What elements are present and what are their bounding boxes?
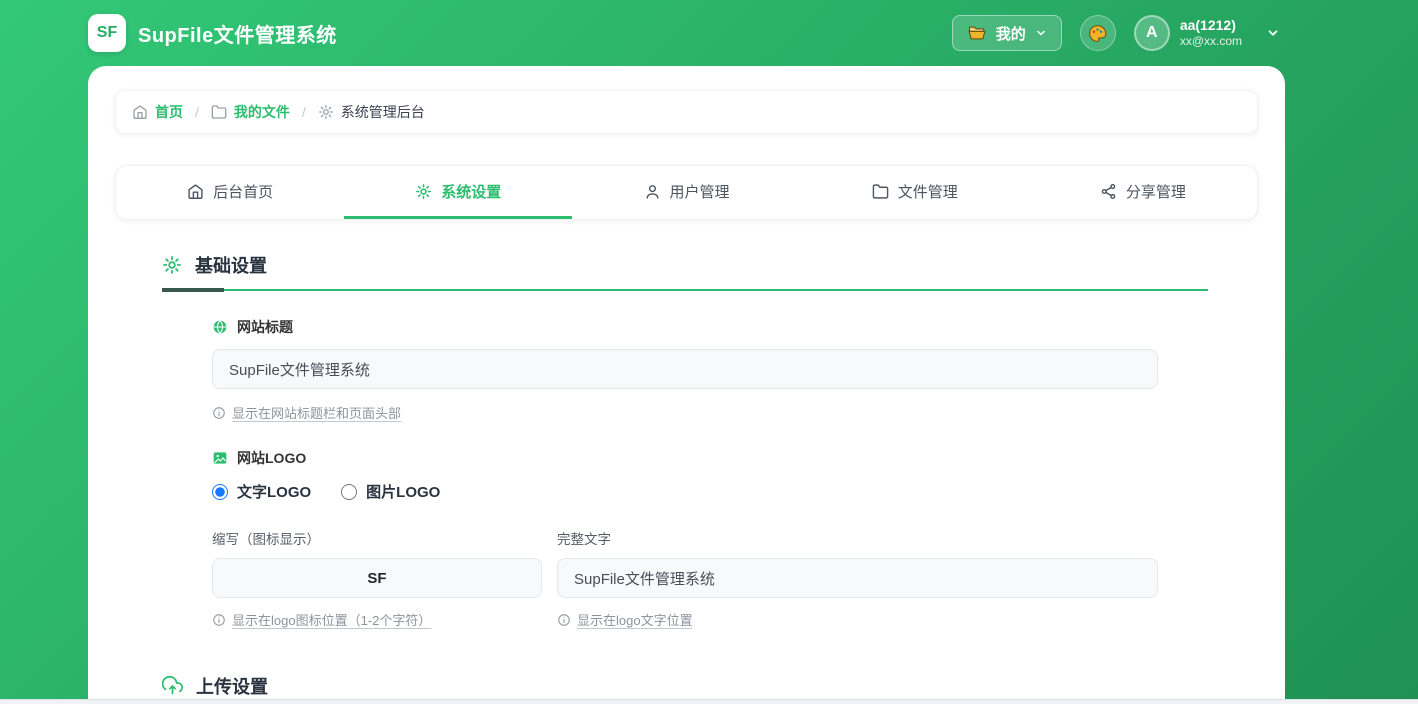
cloud-upload-icon — [162, 676, 183, 697]
tab-label: 分享管理 — [1126, 181, 1186, 202]
globe-icon — [212, 319, 228, 335]
gear-icon — [318, 104, 334, 120]
logo-fulltext-help: 显示在logo文字位置 — [557, 610, 1158, 629]
home-icon — [187, 183, 204, 200]
breadcrumb: 首页 / 我的文件 / 系统管理后台 — [115, 90, 1258, 134]
user-name: aa(1212) — [1180, 17, 1242, 35]
text-logo-radio[interactable]: 文字LOGO — [212, 481, 311, 502]
app-header: SF SupFile文件管理系统 我的 A aa(1212) xx@xx.com — [0, 0, 1418, 66]
breadcrumb-separator: / — [195, 104, 199, 120]
admin-tabbar: 后台首页 系统设置 用户管理 文件管理 — [115, 165, 1258, 220]
tab-system-settings[interactable]: 系统设置 — [344, 166, 572, 219]
home-icon — [132, 104, 148, 120]
share-icon — [1100, 183, 1117, 200]
tab-label: 系统设置 — [441, 181, 501, 202]
chevron-down-icon — [1035, 27, 1047, 39]
image-icon — [212, 450, 228, 466]
site-logo-label: 网站LOGO — [212, 448, 1158, 468]
basic-settings-header: 基础设置 — [162, 252, 1208, 291]
tab-file-management[interactable]: 文件管理 — [801, 166, 1029, 219]
tab-dashboard[interactable]: 后台首页 — [116, 166, 344, 219]
header-actions: 我的 A aa(1212) xx@xx.com — [952, 15, 1280, 51]
tab-share-management[interactable]: 分享管理 — [1029, 166, 1257, 219]
image-logo-radio[interactable]: 图片LOGO — [341, 481, 440, 502]
breadcrumb-separator: / — [302, 104, 306, 120]
avatar-letter: A — [1146, 24, 1158, 42]
site-title-label: 网站标题 — [212, 317, 1158, 337]
image-logo-radio-input[interactable] — [341, 484, 357, 500]
gear-icon — [162, 255, 182, 275]
section-divider — [162, 289, 1208, 291]
breadcrumb-admin: 系统管理后台 — [318, 102, 425, 122]
app-title: SupFile文件管理系统 — [138, 19, 337, 48]
folder-icon — [211, 104, 227, 120]
logo-abbr-input[interactable] — [212, 558, 542, 598]
breadcrumb-label: 我的文件 — [234, 102, 290, 122]
user-menu[interactable]: A aa(1212) xx@xx.com — [1134, 15, 1280, 51]
folder-icon — [967, 23, 987, 43]
brand: SF SupFile文件管理系统 — [88, 14, 337, 52]
logo-type-radio-group: 文字LOGO 图片LOGO — [212, 481, 1158, 502]
logo-abbr-column: 缩写（图标显示） 显示在logo图标位置（1-2个字符） — [212, 528, 542, 629]
folder-icon — [872, 183, 889, 200]
avatar: A — [1134, 15, 1170, 51]
logo-abbr-label: 缩写（图标显示） — [212, 528, 542, 548]
info-icon — [212, 406, 226, 420]
section-title: 基础设置 — [195, 252, 267, 278]
info-icon — [212, 613, 226, 627]
breadcrumb-label: 首页 — [155, 102, 183, 122]
user-email: xx@xx.com — [1180, 34, 1242, 49]
tab-user-management[interactable]: 用户管理 — [572, 166, 800, 219]
user-icon — [644, 183, 661, 200]
app-logo: SF — [88, 14, 126, 52]
tab-label: 用户管理 — [670, 181, 730, 202]
section-title: 上传设置 — [196, 673, 268, 699]
breadcrumb-my-files[interactable]: 我的文件 — [211, 102, 290, 122]
theme-palette-button[interactable] — [1080, 15, 1116, 51]
logo-abbr-help: 显示在logo图标位置（1-2个字符） — [212, 610, 542, 629]
palette-icon — [1087, 23, 1108, 44]
my-files-button[interactable]: 我的 — [952, 15, 1062, 51]
chevron-down-icon — [1266, 26, 1280, 40]
site-title-input[interactable] — [212, 349, 1158, 389]
basic-settings-section: 基础设置 网站标题 显示在网站标题栏和页面头部 — [115, 252, 1258, 629]
breadcrumb-label: 系统管理后台 — [341, 102, 425, 122]
logo-fulltext-label: 完整文字 — [557, 528, 1158, 548]
gear-icon — [415, 183, 432, 200]
page-bottom-strip — [0, 699, 1418, 704]
tab-label: 后台首页 — [213, 181, 273, 202]
logo-fulltext-input[interactable] — [557, 558, 1158, 598]
main-content-card: 首页 / 我的文件 / 系统管理后台 — [88, 66, 1285, 704]
logo-fulltext-column: 完整文字 显示在logo文字位置 — [557, 528, 1158, 629]
text-logo-radio-input[interactable] — [212, 484, 228, 500]
breadcrumb-home[interactable]: 首页 — [132, 102, 183, 122]
app-logo-abbr: SF — [97, 24, 117, 42]
user-meta: aa(1212) xx@xx.com — [1180, 17, 1242, 50]
tab-label: 文件管理 — [898, 181, 958, 202]
info-icon — [557, 613, 571, 627]
site-title-help: 显示在网站标题栏和页面头部 — [212, 403, 1158, 422]
my-files-button-label: 我的 — [996, 23, 1026, 44]
